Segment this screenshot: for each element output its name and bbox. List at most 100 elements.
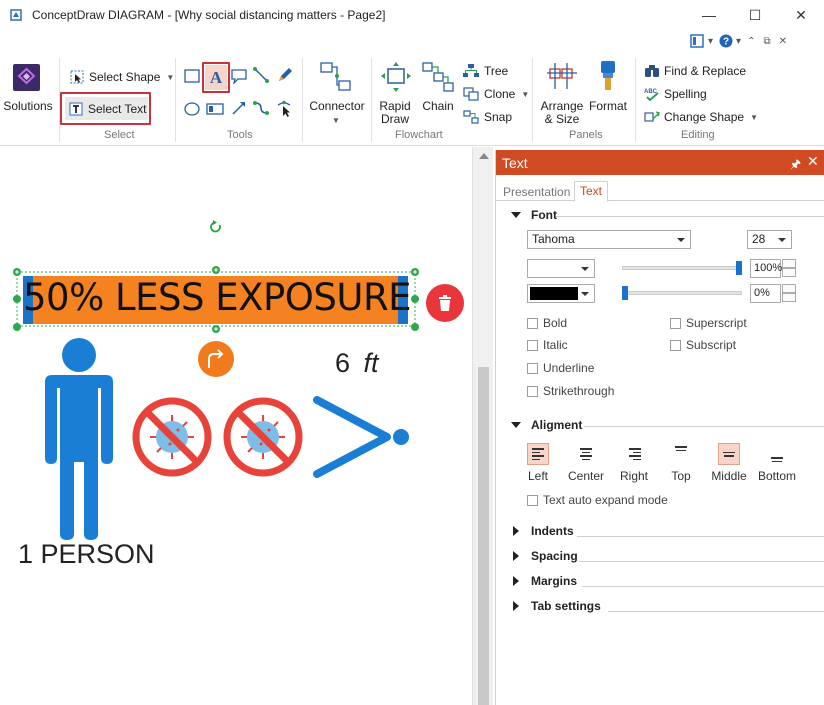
tab-presentation[interactable]: Presentation <box>498 183 575 201</box>
spin-buttons[interactable] <box>782 284 796 303</box>
connector-button[interactable]: Connector <box>306 100 368 113</box>
align-center-button[interactable]: Center <box>564 443 608 483</box>
fill-opacity-input[interactable]: 100% <box>750 259 782 278</box>
ribbon-collapse-icon[interactable]: ⌃ <box>747 36 755 47</box>
point-edit-tool-icon[interactable] <box>276 100 294 118</box>
solutions-button[interactable]: Solutions <box>3 100 53 113</box>
spin-up-icon[interactable] <box>782 284 796 293</box>
doc-close-icon[interactable]: ✕ <box>779 36 787 47</box>
scroll-thumb[interactable] <box>478 367 489 705</box>
spelling-button[interactable]: ABC Spelling <box>644 87 707 101</box>
dropdown-arrow-icon[interactable]: ▾ <box>708 36 713 47</box>
text-color-select[interactable] <box>527 284 595 303</box>
rapid-draw-label-2[interactable]: Draw <box>373 113 417 126</box>
scroll-up-icon[interactable] <box>479 153 489 159</box>
help-icon[interactable]: ? <box>719 34 733 48</box>
find-replace-label: Find & Replace <box>664 64 747 78</box>
slider-thumb[interactable] <box>622 286 628 300</box>
close-button[interactable]: ✕ <box>778 0 824 30</box>
section-indents[interactable]: Indents <box>513 524 574 538</box>
section-spacing[interactable]: Spacing <box>513 549 578 563</box>
superscript-checkbox[interactable]: Superscript <box>670 316 747 330</box>
find-replace-button[interactable]: Find & Replace <box>644 64 746 78</box>
drawing-canvas[interactable]: 50% LESS EXPOSURE 6 ft 1 PERSON <box>0 147 471 705</box>
layout-icon[interactable] <box>690 34 704 48</box>
virus-prohibited-icon[interactable] <box>223 397 303 477</box>
person-label[interactable]: 1 PERSON <box>18 539 155 570</box>
arrow-tool-icon[interactable] <box>231 100 247 116</box>
format-paintbrush-icon[interactable] <box>592 59 624 93</box>
tab-text[interactable]: Text <box>574 181 609 202</box>
snap-button[interactable]: Snap <box>463 110 512 124</box>
text-opacity-slider[interactable] <box>622 291 742 295</box>
separator <box>175 58 176 142</box>
person-icon[interactable] <box>45 338 113 540</box>
subscript-checkbox[interactable]: Subscript <box>670 338 736 352</box>
align-bottom-button[interactable]: Bottom <box>755 443 799 483</box>
pin-icon[interactable]: 🖈 <box>790 155 801 176</box>
canvas-vertical-scrollbar[interactable] <box>472 147 493 705</box>
text-tool-button[interactable]: A <box>205 65 227 90</box>
connect-action-button[interactable] <box>198 341 234 377</box>
fill-opacity-slider[interactable] <box>622 266 742 270</box>
minimize-button[interactable]: — <box>686 0 732 30</box>
spin-buttons[interactable] <box>782 259 796 278</box>
font-size-select[interactable]: 28 <box>747 230 792 249</box>
pen-tool-icon[interactable] <box>277 67 293 83</box>
change-shape-button[interactable]: Change Shape ▼ <box>644 110 758 124</box>
rapid-draw-icon[interactable] <box>380 61 412 93</box>
align-right-button[interactable]: Right <box>612 443 656 483</box>
auto-expand-checkbox[interactable]: Text auto expand mode <box>527 493 668 507</box>
color-swatch <box>530 287 578 300</box>
app-window: ConceptDraw DIAGRAM - [Why social distan… <box>0 0 824 705</box>
dropdown-arrow-icon[interactable]: ▾ <box>736 36 741 47</box>
tree-label: Tree <box>484 64 509 78</box>
format-button[interactable]: Format <box>586 100 630 113</box>
close-icon: ✕ <box>795 6 807 23</box>
chain-icon[interactable] <box>422 61 454 93</box>
textbox-tool-icon[interactable] <box>206 102 224 116</box>
clone-button[interactable]: Clone ▼ <box>463 87 529 101</box>
section-font[interactable]: Font <box>511 208 557 222</box>
section-alignment[interactable]: Aligment <box>511 418 582 432</box>
chain-button[interactable]: Chain <box>418 100 458 113</box>
fill-color-select[interactable] <box>527 259 595 278</box>
arrange-label-2[interactable]: & Size <box>538 113 586 126</box>
spin-down-icon[interactable] <box>782 268 796 277</box>
rotate-handle-icon[interactable] <box>210 220 221 233</box>
curve-tool-icon[interactable] <box>253 100 269 116</box>
distance-label[interactable]: 6 ft <box>335 348 379 379</box>
rectangle-tool-icon[interactable] <box>184 69 200 83</box>
maximize-button[interactable]: ☐ <box>732 0 778 30</box>
strikethrough-checkbox[interactable]: Strikethrough <box>527 384 614 398</box>
tree-button[interactable]: Tree <box>463 64 508 78</box>
connector-icon[interactable] <box>320 61 352 93</box>
section-margins[interactable]: Margins <box>513 574 577 588</box>
solutions-icon[interactable] <box>13 64 40 91</box>
select-text-button[interactable]: Select Text <box>65 97 148 120</box>
underline-checkbox[interactable]: Underline <box>527 361 594 375</box>
select-shape-button[interactable]: Select Shape ▼ <box>70 70 174 84</box>
virus-prohibited-icon[interactable] <box>132 397 212 477</box>
align-top-button[interactable]: Top <box>659 443 703 483</box>
banner-text[interactable]: 50% LESS EXPOSURE <box>23 276 412 319</box>
arrange-size-icon[interactable] <box>546 61 578 93</box>
spin-down-icon[interactable] <box>782 293 796 302</box>
dropdown-arrow-icon[interactable]: ▼ <box>332 116 340 125</box>
restore-icon[interactable]: ⧉ <box>763 36 770 47</box>
align-middle-button[interactable]: Middle <box>707 443 751 483</box>
ellipse-tool-icon[interactable] <box>184 102 200 116</box>
section-tab-settings[interactable]: Tab settings <box>513 599 601 613</box>
spin-up-icon[interactable] <box>782 259 796 268</box>
bold-checkbox[interactable]: Bold <box>527 316 567 330</box>
italic-checkbox[interactable]: Italic <box>527 338 568 352</box>
slider-thumb[interactable] <box>736 261 742 275</box>
align-left-button[interactable]: Left <box>516 443 560 483</box>
text-panel: Text 🖈 ✕ Presentation Text Font Tahoma 2… <box>495 150 824 705</box>
font-family-select[interactable]: Tahoma <box>527 230 691 249</box>
callout-tool-icon[interactable] <box>231 69 247 84</box>
text-opacity-input[interactable]: 0% <box>750 284 781 303</box>
greater-than-arrow-icon[interactable] <box>313 396 409 478</box>
line-tool-icon[interactable] <box>253 67 269 83</box>
panel-close-icon[interactable]: ✕ <box>807 153 819 170</box>
